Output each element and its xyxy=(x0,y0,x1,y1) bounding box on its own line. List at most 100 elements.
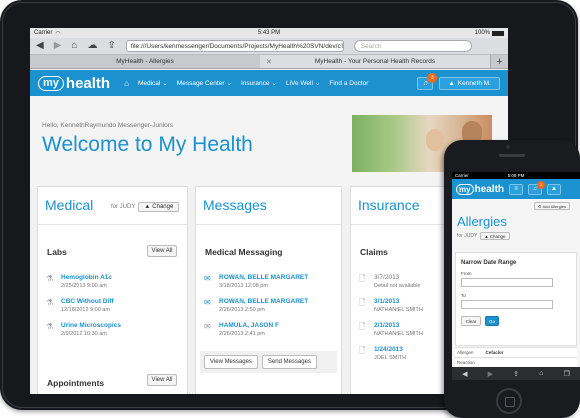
clear-button[interactable]: Clear xyxy=(461,316,481,326)
speaker-grille xyxy=(499,154,525,157)
back-icon[interactable]: ◀ xyxy=(462,370,467,378)
back-icon[interactable]: ◀ xyxy=(36,41,44,51)
document-icon: 🗋 xyxy=(359,322,366,331)
go-button[interactable]: Go xyxy=(485,316,499,326)
appointments-view-all-button[interactable]: View All xyxy=(147,374,177,386)
view-messages-button[interactable]: View Messages xyxy=(204,355,258,369)
forward-icon[interactable]: ▶ xyxy=(488,370,493,378)
change-button[interactable]: ▲ Change xyxy=(480,232,510,240)
iphone-navbar: my health ≡ ♫ 3 ▲ xyxy=(452,179,580,199)
message-sender: HAMULA, JASON F xyxy=(219,322,279,329)
user-menu-button[interactable]: ▲ Kenneth M. xyxy=(439,76,500,90)
gear-icon: ⚙ xyxy=(538,203,542,209)
to-label: To xyxy=(461,293,466,298)
table-row: Allergen Cefaclor xyxy=(455,347,577,357)
bookmarks-icon[interactable]: ⌂ xyxy=(71,41,77,51)
user-icon: ▲ xyxy=(144,204,151,210)
card-divider xyxy=(38,224,187,225)
claim-item[interactable]: 🗋 3/7/2013 Detail not available xyxy=(359,274,420,290)
lab-item[interactable]: ⚗ Hemoglobin A1c 2/25/2013 9:00 am xyxy=(46,274,112,290)
user-icon: ▲ xyxy=(484,233,489,239)
claim-item[interactable]: 🗋 3/1/2013 NATHANIEL SMITH xyxy=(359,298,423,314)
document-icon: 🗋 xyxy=(359,346,366,355)
logo-my: my xyxy=(456,183,474,195)
reload-icon[interactable]: ↻ xyxy=(341,42,343,51)
new-tab-button[interactable]: + xyxy=(490,55,508,68)
message-date: 2/26/2013 2:41 pm xyxy=(219,331,265,337)
share-icon[interactable]: ⇪ xyxy=(513,370,519,378)
medical-messaging-title: Medical Messaging xyxy=(205,247,283,257)
change-label: Change xyxy=(152,204,174,210)
message-item[interactable]: ✉ ROWAN, BELLE MARGARET 2/26/2013 2:50 p… xyxy=(204,298,308,314)
document-icon: 🗋 xyxy=(359,274,366,283)
notification-badge: 3 xyxy=(427,72,438,83)
myhealth-logo[interactable]: my health xyxy=(38,75,110,92)
url-bar[interactable]: file:///Users/kenmessenger/Documents/Pro… xyxy=(125,40,344,52)
cloud-tabs-icon[interactable]: ☁ xyxy=(87,41,97,51)
lab-item[interactable]: ⚗ CBC Without Diff 12/18/2012 9:00 am xyxy=(46,298,114,314)
user-name: Kenneth M. xyxy=(457,79,491,87)
dashboard-cards: Medical for JUDY ▲ Change Labs View All … xyxy=(30,186,508,394)
add-allergies-button[interactable]: ⚙ Add Allergies xyxy=(534,202,570,210)
messages-card: Messages Medical Messaging ✉ ROWAN, BELL… xyxy=(195,186,342,394)
allergy-table: Allergen Cefaclor Reaction xyxy=(455,347,577,367)
nav-message-center[interactable]: Message Center xyxy=(177,80,225,87)
claim-detail: NATHANIEL SMITH xyxy=(374,307,423,313)
safari-bottom-bar: ◀ ▶ ⇪ ⌂ ❐ xyxy=(452,367,580,380)
message-item[interactable]: ✉ HAMULA, JASON F 2/26/2013 2:41 pm xyxy=(204,322,279,338)
status-time: 5:09 PM xyxy=(507,173,525,178)
nav-links: ⌂ Medical ⌄ Message Center ⌄ Insurance ⌄ Li… xyxy=(124,79,368,88)
envelope-icon: ✉ xyxy=(204,274,211,283)
hamburger-icon: ≡ xyxy=(514,186,518,192)
medical-card: Medical for JUDY ▲ Change Labs View All … xyxy=(37,186,188,394)
user-button[interactable]: ▲ xyxy=(547,183,562,195)
flask-icon: ⚗ xyxy=(46,298,54,307)
lab-name: Urine Microscopics xyxy=(61,322,121,329)
claim-date: 1/24/2013 xyxy=(374,346,403,353)
home-button[interactable] xyxy=(496,388,522,414)
nav-insurance[interactable]: Insurance xyxy=(241,80,270,87)
notifications-button[interactable]: ♫ 3 xyxy=(528,180,546,195)
share-icon[interactable]: ⇪ xyxy=(107,41,115,51)
medical-for: for JUDY ▲ Change xyxy=(111,202,180,212)
bookmarks-icon[interactable]: ⌂ xyxy=(539,370,543,377)
messages-title: Messages xyxy=(203,197,267,213)
message-item[interactable]: ✉ ROWAN, BELLE MARGARET 3/18/2013 12:08 … xyxy=(204,274,308,290)
user-icon: ▲ xyxy=(448,79,455,87)
card-divider xyxy=(196,224,341,225)
message-date: 2/26/2013 2:50 pm xyxy=(219,307,265,313)
claim-detail: NATHANIEL SMITH xyxy=(374,331,423,337)
from-date-input[interactable] xyxy=(461,278,553,287)
from-label: From xyxy=(461,271,472,276)
allergies-for: for JUDY ▲ Change xyxy=(457,232,510,240)
forward-icon[interactable]: ▶ xyxy=(54,41,62,51)
nav-find-doctor[interactable]: Find a Doctor xyxy=(329,80,368,87)
url-text: file:///Users/kenmessenger/Documents/Pro… xyxy=(130,42,341,50)
to-date-input[interactable] xyxy=(461,300,553,309)
labs-view-all-button[interactable]: View All xyxy=(147,245,177,257)
nav-medical[interactable]: Medical xyxy=(138,80,160,87)
tab-records[interactable]: ✕ MyHealth - Your Personal Health Record… xyxy=(260,55,490,68)
menu-button[interactable]: ≡ xyxy=(509,183,524,195)
lab-name: CBC Without Diff xyxy=(61,298,114,305)
panel-title: Narrow Date Range xyxy=(461,260,517,266)
nav-live-well[interactable]: LiVe Well xyxy=(286,80,313,87)
tab-allergies[interactable]: MyHealth - Allergies xyxy=(30,55,260,68)
lab-name: Hemoglobin A1c xyxy=(61,274,113,281)
claim-item[interactable]: 🗋 2/1/2013 NATHANIEL SMITH xyxy=(359,322,423,338)
lab-item[interactable]: ⚗ Urine Microscopics 2/9/2012 10:30 am xyxy=(46,322,121,338)
close-tab-icon[interactable]: ✕ xyxy=(266,58,272,66)
search-input[interactable]: Search xyxy=(353,40,472,52)
browser-toolbar: ◀ ▶ ⌂ ☁ ⇪ file:///Users/kenmessenger/Doc… xyxy=(30,38,508,55)
send-messages-button[interactable]: Send Messages xyxy=(261,355,317,369)
notifications-button[interactable]: ♫ 3 xyxy=(417,72,438,90)
add-allergies-label: Add Allergies xyxy=(542,203,566,209)
tabs-icon[interactable]: ❐ xyxy=(564,370,570,378)
myhealth-logo[interactable]: my health xyxy=(456,183,504,195)
change-button[interactable]: ▲ Change xyxy=(138,202,180,212)
home-icon[interactable]: ⌂ xyxy=(124,79,129,88)
logo-health: health xyxy=(65,74,111,92)
message-sender: ROWAN, BELLE MARGARET xyxy=(219,298,309,305)
lab-date: 2/25/2013 9:00 am xyxy=(61,283,107,289)
claim-item[interactable]: 🗋 1/24/2013 JOEL SMITH xyxy=(359,346,406,362)
